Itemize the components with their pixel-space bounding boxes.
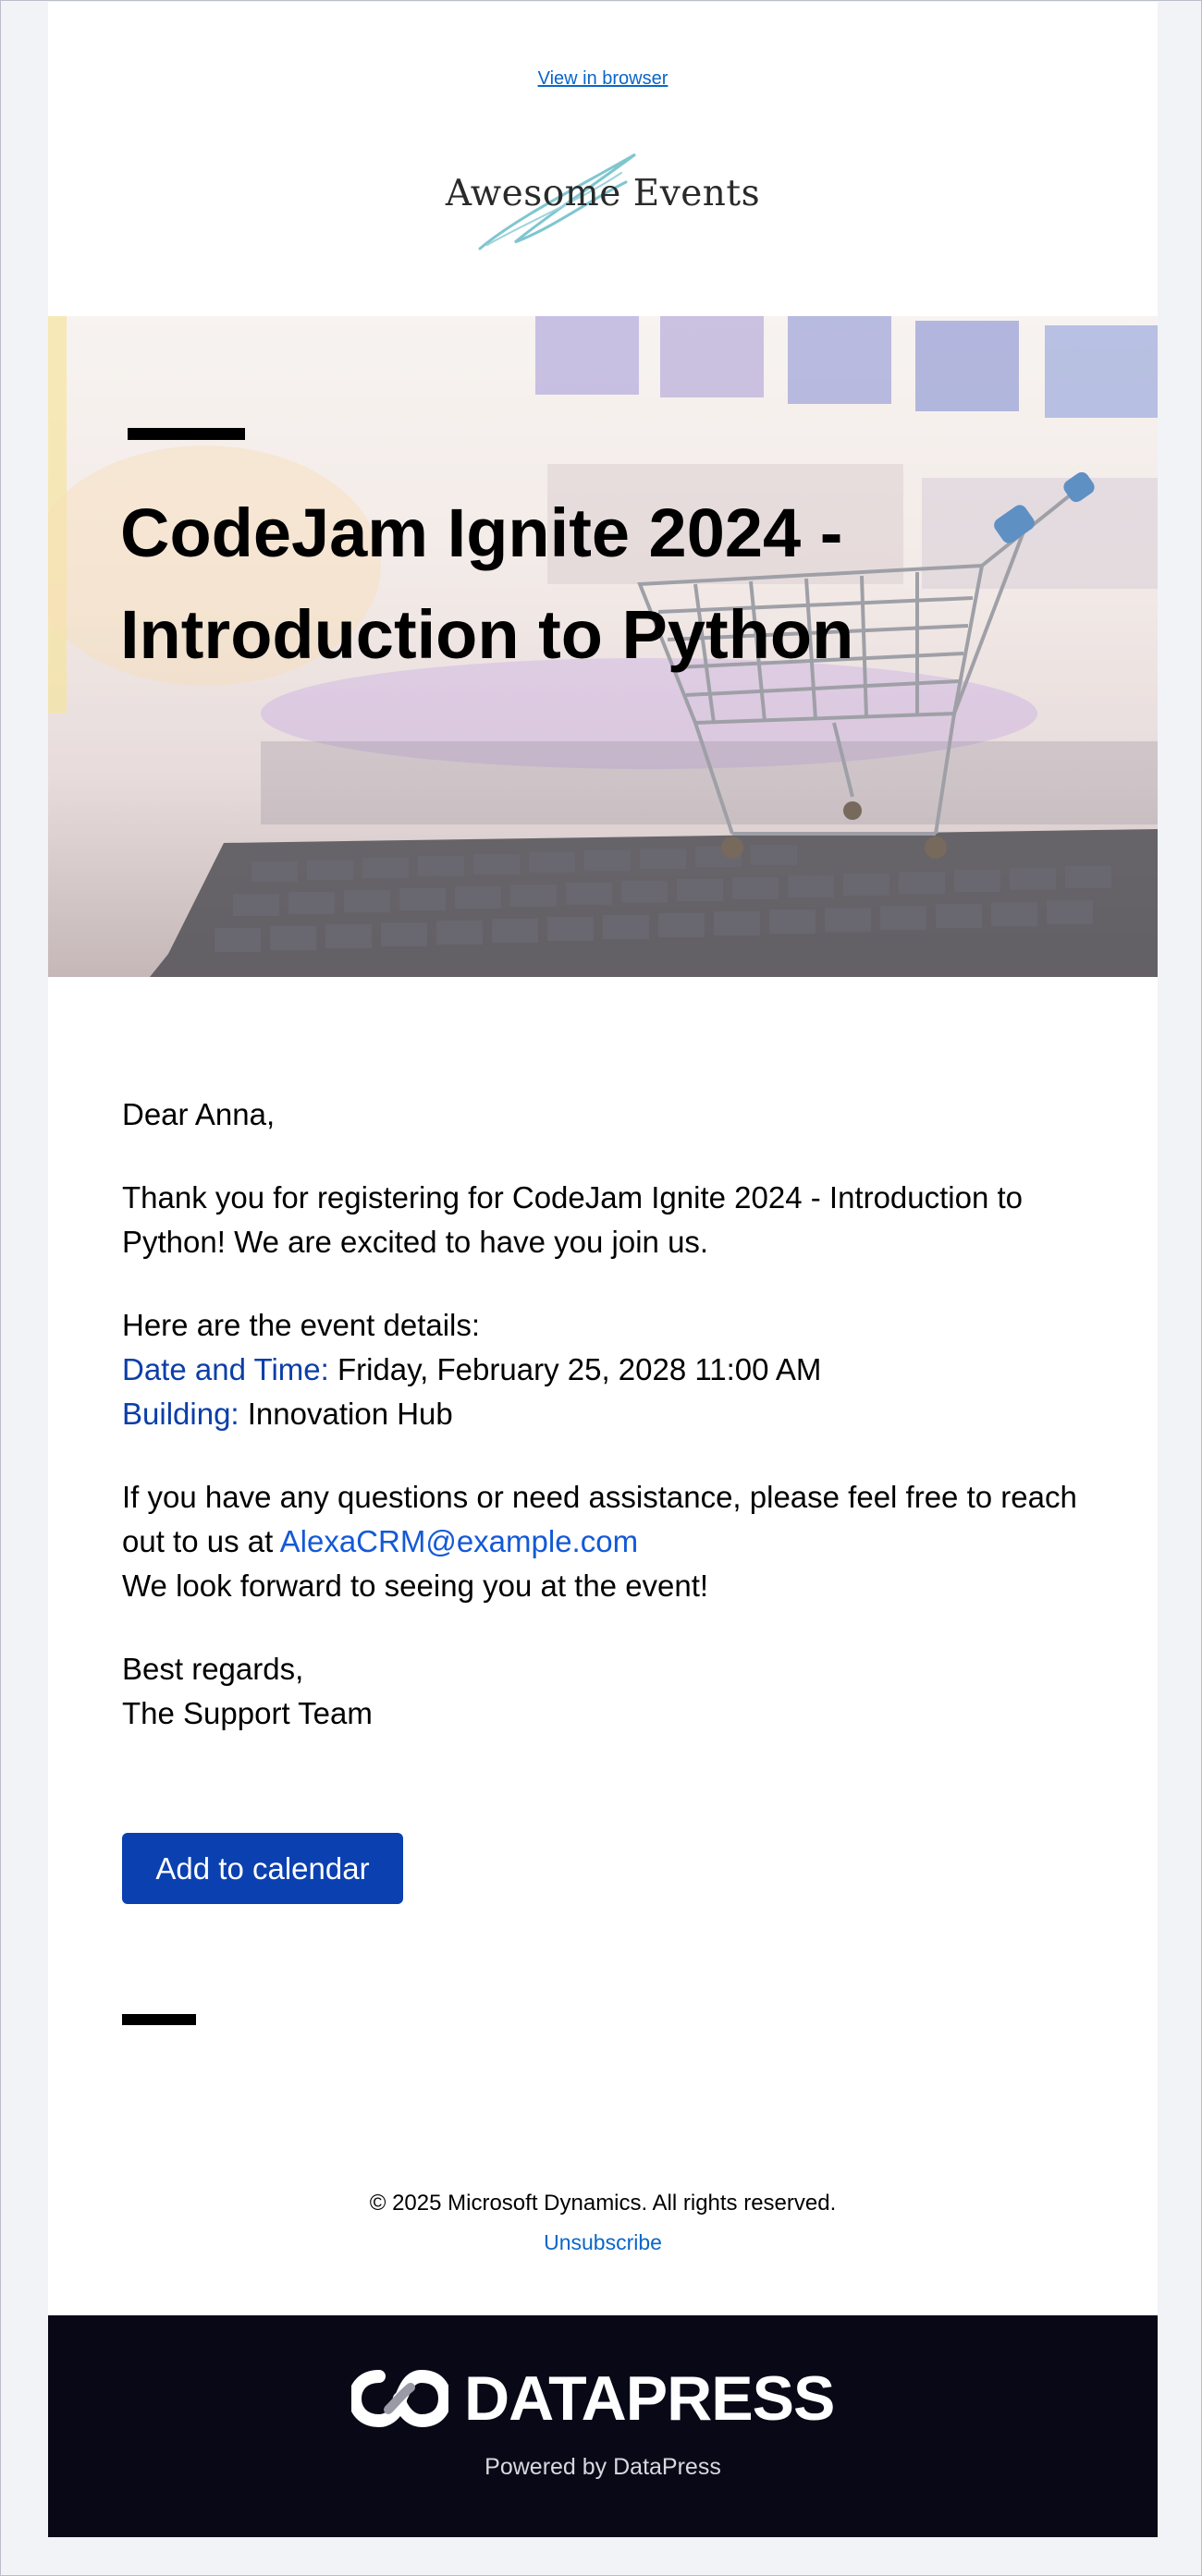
building-label: Building:	[122, 1397, 239, 1431]
event-details: Here are the event details: Date and Tim…	[122, 1303, 1102, 1436]
look-forward-text: We look forward to seeing you at the eve…	[122, 1569, 709, 1603]
brand-name: DATAPRESS	[464, 2363, 835, 2434]
team-text: The Support Team	[122, 1696, 373, 1730]
hero-title-line1: CodeJam Ignite 2024 -	[120, 494, 843, 571]
hero-banner: CodeJam Ignite 2024 - Introduction to Py…	[48, 316, 1158, 977]
contact-email-link[interactable]: AlexaCRM@example.com	[280, 1524, 638, 1558]
footer-banner: DATAPRESS Powered by DataPress	[48, 2315, 1158, 2537]
datapress-logo: DATAPRESS	[48, 2362, 1158, 2436]
questions-paragraph: If you have any questions or need assist…	[122, 1475, 1102, 1608]
thanks-paragraph: Thank you for registering for CodeJam Ig…	[122, 1180, 1024, 1259]
hero-title: CodeJam Ignite 2024 - Introduction to Py…	[120, 482, 952, 686]
logo-text: Awesome Events	[445, 173, 761, 214]
infinity-logo-icon	[351, 2369, 448, 2428]
awesome-events-logo: Awesome Events	[48, 145, 1158, 256]
powered-by-text: Powered by DataPress	[484, 2454, 721, 2480]
message-body: Dear Anna, Thank you for registering for…	[122, 1093, 1102, 1775]
regards-text: Best regards,	[122, 1652, 304, 1686]
divider-bar	[122, 2014, 196, 2025]
unsubscribe-link[interactable]: Unsubscribe	[48, 2230, 1158, 2255]
details-intro: Here are the event details:	[122, 1308, 481, 1342]
hero-accent-bar	[128, 428, 245, 440]
building-value: Innovation Hub	[239, 1397, 453, 1431]
add-to-calendar-button[interactable]: Add to calendar	[122, 1833, 403, 1904]
greeting: Dear Anna,	[122, 1097, 276, 1131]
page-background: View in browser Awesome Events CodeJam I…	[0, 0, 1202, 2576]
email-body: View in browser Awesome Events CodeJam I…	[48, 2, 1158, 2537]
date-value: Friday, February 25, 2028 11:00 AM	[328, 1352, 822, 1386]
signature: Best regards, The Support Team	[122, 1647, 1102, 1736]
hero-title-line2: Introduction to Python	[120, 596, 854, 673]
view-in-browser-link[interactable]: View in browser	[48, 68, 1158, 90]
date-label: Date and Time:	[122, 1352, 329, 1386]
copyright-text: © 2025 Microsoft Dynamics. All rights re…	[369, 2191, 837, 2216]
